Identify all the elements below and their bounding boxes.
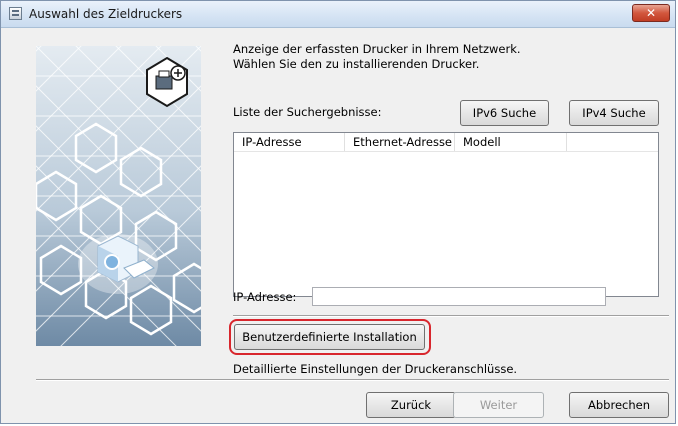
column-header-blank[interactable] <box>567 133 658 151</box>
section-divider <box>233 315 669 317</box>
printer-app-icon <box>9 7 22 20</box>
ip-address-label: IP-Adresse: <box>233 290 297 304</box>
next-button[interactable]: Weiter <box>453 392 544 418</box>
close-button[interactable]: ✕ <box>632 4 670 22</box>
intro-line-2: Wählen Sie den zu installierenden Drucke… <box>233 57 480 71</box>
ip-address-input[interactable] <box>312 287 606 306</box>
title-bar: Auswahl des Zieldruckers ✕ <box>1 1 675 28</box>
window-title: Auswahl des Zieldruckers <box>29 7 183 21</box>
ipv4-search-button[interactable]: IPv4 Suche <box>569 100 659 126</box>
cancel-button[interactable]: Abbrechen <box>569 392 669 418</box>
custom-install-description: Detaillierte Einstellungen der Druckeran… <box>233 362 518 376</box>
intro-text: Anzeige der erfassten Drucker in Ihrem N… <box>233 42 521 72</box>
dialog-body: Anzeige der erfassten Drucker in Ihrem N… <box>1 28 675 423</box>
printer-results-list[interactable]: IP-Adresse Ethernet-Adresse Modell <box>233 132 659 297</box>
close-icon: ✕ <box>645 6 657 20</box>
column-header-model[interactable]: Modell <box>455 133 567 151</box>
printer-network-icon <box>78 234 158 294</box>
back-button[interactable]: Zurück <box>366 392 456 418</box>
footer-divider <box>36 379 669 381</box>
column-header-ethernet-address[interactable]: Ethernet-Adresse <box>345 133 455 151</box>
ipv6-search-button[interactable]: IPv6 Suche <box>460 100 549 126</box>
printer-selection-dialog: Auswahl des Zieldruckers ✕ Anzeige der e… <box>0 0 676 424</box>
side-illustration <box>36 46 201 346</box>
custom-install-button[interactable]: Benutzerdefinierte Installation <box>234 324 425 350</box>
intro-line-1: Anzeige der erfassten Drucker in Ihrem N… <box>233 42 521 56</box>
column-header-ip-address[interactable]: IP-Adresse <box>234 133 345 151</box>
results-list-label: Liste der Suchergebnisse: <box>233 105 382 119</box>
results-column-headers: IP-Adresse Ethernet-Adresse Modell <box>234 133 658 152</box>
